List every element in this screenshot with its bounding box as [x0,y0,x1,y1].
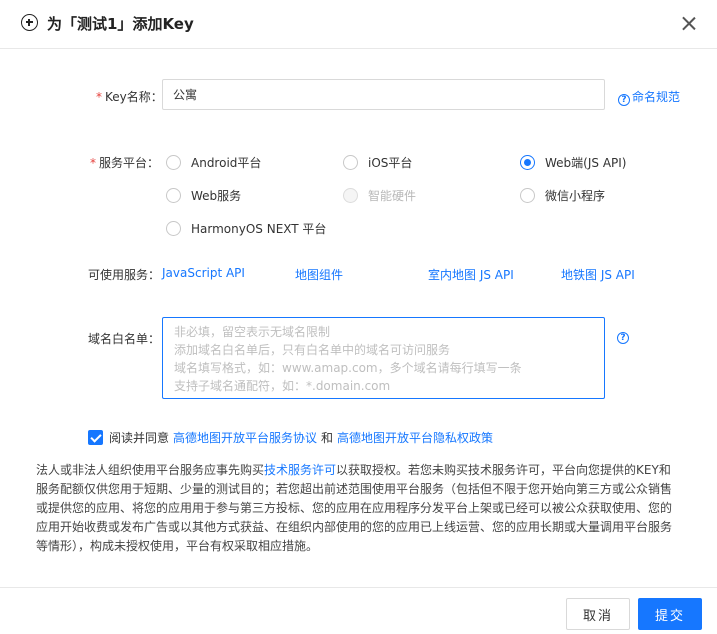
platform-label: * 服务平台： [90,156,160,170]
radio-smart-hardware: 智能硬件 [343,187,416,204]
radio-circle [520,155,535,170]
agreement-row: 阅读并同意 高德地图开放平台服务协议 和 高德地图开放平台隐私权政策 [88,429,497,446]
radio-android[interactable]: Android平台 [166,154,261,171]
radio-wechat-miniprogram[interactable]: 微信小程序 [520,187,605,204]
question-icon: ? [618,94,630,106]
service-javascript-api[interactable]: JavaScript API [162,266,245,280]
dialog-header: 为「测试1」添加Key [0,0,717,49]
question-icon[interactable]: ? [617,332,629,344]
service-agreement-link[interactable]: 高德地图开放平台服务协议 [173,429,317,446]
radio-circle [343,188,358,203]
radio-web-service[interactable]: Web服务 [166,187,241,204]
required-mark: * [96,90,102,104]
license-notice: 法人或非法人组织使用平台服务应事先购买技术服务许可以获取授权。若您未购买技术服务… [36,463,673,553]
radio-circle [343,155,358,170]
agreement-checkbox[interactable] [88,430,103,445]
radio-circle [166,155,181,170]
privacy-policy-link[interactable]: 高德地图开放平台隐私权政策 [337,429,493,446]
tech-license-link[interactable]: 技术服务许可 [264,463,336,477]
domain-whitelist-input[interactable] [162,317,605,399]
add-key-dialog: 为「测试1」添加Key *Key名称： ?命名规范 *服务平台： Android… [0,0,717,634]
key-name-input[interactable] [162,79,605,110]
radio-circle [520,188,535,203]
plus-circle-icon [21,14,38,31]
dialog-title: 为「测试1」添加Key [47,15,194,33]
key-name-label: * Key名称： [96,90,163,104]
service-map-components[interactable]: 地图组件 [295,266,343,283]
required-mark: * [90,156,96,170]
radio-web-js-api[interactable]: Web端(JS API) [520,154,626,171]
service-indoor-map[interactable]: 室内地图 JS API [428,266,514,283]
cancel-button[interactable]: 取消 [566,598,630,630]
service-subway-map[interactable]: 地铁图 JS API [561,266,635,283]
radio-harmonyos-next[interactable]: HarmonyOS NEXT 平台 [166,220,326,237]
naming-rules-link[interactable]: ? 命名规范 [618,88,680,106]
close-icon[interactable] [680,14,698,32]
radio-circle [166,221,181,236]
radio-ios[interactable]: iOS平台 [343,154,412,171]
services-label: 可使用服务： [88,268,161,282]
radio-circle [166,188,181,203]
submit-button[interactable]: 提交 [638,598,702,630]
domain-whitelist-label: 域名白名单： [88,332,161,346]
